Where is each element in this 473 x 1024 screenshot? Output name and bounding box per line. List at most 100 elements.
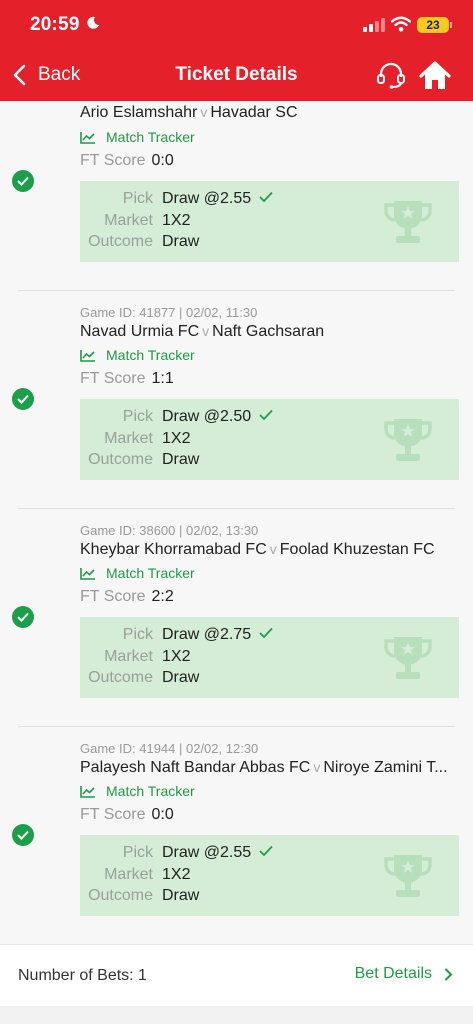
match-tracker-link[interactable]: Match Tracker: [80, 782, 195, 800]
outcome-value: Draw: [162, 233, 200, 250]
versus-label: v: [202, 323, 210, 339]
market-label: Market: [104, 648, 153, 665]
ft-score-label: FT Score: [80, 152, 146, 169]
pick-value: Draw @2.50: [162, 408, 273, 426]
wifi-icon: [391, 16, 411, 32]
checkmark-icon: [259, 191, 273, 202]
pick-label: Pick: [122, 408, 153, 425]
bet-details-link[interactable]: Bet Details: [355, 965, 453, 983]
status-bar: 20:59 23: [0, 0, 473, 50]
check-circle-icon: [12, 824, 34, 846]
game-id: Game ID: 38600 | 02/02, 13:30: [80, 523, 259, 538]
outcome-value: Draw: [162, 451, 200, 468]
game-id: Game ID: 41877 | 02/02, 11:30: [80, 305, 258, 320]
battery-icon: 23: [417, 17, 452, 33]
match-tracker-label: Match Tracker: [106, 129, 195, 145]
market-value: 1X2: [162, 212, 191, 229]
game-id: Game ID: 41944 | 02/02, 12:30: [80, 741, 259, 756]
check-circle-icon: [12, 388, 34, 410]
match-teams: Palayesh Naft Bandar Abbas FC v Niroye Zam…: [80, 759, 460, 777]
bottom-strip: [0, 1006, 473, 1024]
home-team: Navad Urmia FC: [80, 323, 200, 340]
market-label: Market: [104, 866, 153, 883]
check-circle-icon: [12, 170, 34, 192]
status-time: 20:59: [30, 14, 80, 35]
ft-score-value: 1:1: [151, 370, 174, 387]
bet-item: Game ID: 38600 | 02/02, 13:30 Kheybar Kh…: [0, 509, 473, 727]
ft-score: FT Score 0:0: [80, 152, 174, 170]
ticket-footer: Number of Bets: 1 Bet Details: [0, 944, 473, 1006]
ft-score-label: FT Score: [80, 806, 146, 823]
home-team: Ario Eslamshahr: [80, 104, 198, 121]
nav-bar: Back Ticket Details: [0, 50, 473, 101]
match-tracker-label: Match Tracker: [106, 347, 195, 363]
check-circle-icon: [12, 606, 34, 628]
bet-list: Ario Eslamshahr v Havadar SC Match Tracker…: [0, 101, 473, 944]
chart-line-icon: [80, 567, 95, 580]
pick-details: Pick Draw @2.50 Market 1X2 Outcome Draw: [80, 399, 459, 480]
home-team: Kheybar Khorramabad FC: [80, 541, 267, 558]
bet-details-label: Bet Details: [354, 965, 432, 982]
chart-line-icon: [80, 349, 95, 362]
checkmark-icon: [259, 627, 273, 638]
match-tracker-link[interactable]: Match Tracker: [80, 128, 195, 146]
outcome-label: Outcome: [88, 233, 153, 250]
chart-line-icon: [80, 785, 95, 798]
trophy-icon: [384, 855, 432, 897]
versus-label: v: [200, 104, 208, 120]
market-value: 1X2: [162, 430, 191, 447]
pick-value: Draw @2.55: [162, 190, 273, 208]
outcome-label: Outcome: [88, 669, 153, 686]
match-teams: Navad Urmia FC v Naft Gachsaran: [80, 323, 460, 341]
cellular-signal-icon: [363, 18, 385, 32]
ft-score-value: 2:2: [151, 588, 174, 605]
match-teams: Kheybar Khorramabad FC v Foolad Khuzestan …: [80, 541, 460, 559]
moon-icon: [87, 16, 99, 29]
chevron-right-icon: [445, 968, 453, 980]
ft-score: FT Score 0:0: [80, 806, 174, 824]
pick-details: Pick Draw @2.75 Market 1X2 Outcome Draw: [80, 617, 459, 698]
pick-label: Pick: [122, 844, 153, 861]
number-of-bets: Number of Bets: 1: [18, 967, 147, 984]
market-label: Market: [104, 212, 153, 229]
bet-item: Ario Eslamshahr v Havadar SC Match Tracker…: [0, 101, 473, 291]
pick-value: Draw @2.55: [162, 844, 273, 862]
outcome-value: Draw: [162, 887, 200, 904]
home-icon[interactable]: [418, 60, 452, 92]
away-team: Havadar SC: [210, 104, 298, 121]
ft-score: FT Score 1:1: [80, 370, 174, 388]
market-value: 1X2: [162, 866, 191, 883]
ft-score-value: 0:0: [151, 806, 174, 823]
match-tracker-link[interactable]: Match Tracker: [80, 346, 195, 364]
outcome-value: Draw: [162, 669, 200, 686]
versus-label: v: [269, 541, 277, 557]
match-tracker-link[interactable]: Match Tracker: [80, 564, 195, 582]
away-team: Naft Gachsaran: [212, 323, 325, 340]
away-team: Foolad Khuzestan FC: [279, 541, 435, 558]
market-value: 1X2: [162, 648, 191, 665]
pick-value: Draw @2.75: [162, 626, 273, 644]
match-teams: Ario Eslamshahr v Havadar SC: [80, 104, 460, 122]
checkmark-icon: [259, 845, 273, 856]
outcome-label: Outcome: [88, 887, 153, 904]
away-team: Niroye Zamini T...: [323, 759, 448, 776]
pick-label: Pick: [122, 626, 153, 643]
checkmark-icon: [259, 409, 273, 420]
pick-details: Pick Draw @2.55 Market 1X2 Outcome Draw: [80, 181, 459, 262]
home-team: Palayesh Naft Bandar Abbas FC: [80, 759, 311, 776]
match-tracker-label: Match Tracker: [106, 783, 195, 799]
trophy-icon: [384, 201, 432, 243]
trophy-icon: [384, 637, 432, 679]
chart-line-icon: [80, 131, 95, 144]
market-label: Market: [104, 430, 153, 447]
pick-label: Pick: [122, 190, 153, 207]
bet-item: Game ID: 41877 | 02/02, 11:30 Navad Urmi…: [0, 291, 473, 509]
pick-details: Pick Draw @2.55 Market 1X2 Outcome Draw: [80, 835, 459, 916]
ft-score-value: 0:0: [151, 152, 174, 169]
ft-score: FT Score 2:2: [80, 588, 174, 606]
ft-score-label: FT Score: [80, 588, 146, 605]
outcome-label: Outcome: [88, 451, 153, 468]
ft-score-label: FT Score: [80, 370, 146, 387]
headset-support-icon[interactable]: [376, 62, 406, 90]
bet-item: Game ID: 41944 | 02/02, 12:30 Palayesh N…: [0, 727, 473, 944]
